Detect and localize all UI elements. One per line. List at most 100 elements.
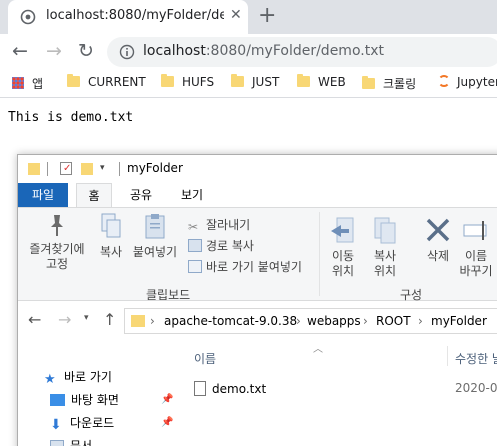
bookmark-current[interactable]: CURRENT [67, 74, 146, 93]
jupyter-icon [438, 75, 450, 87]
ribbon-home: 즐겨찾기에 고정 복사 붙여넣기 ✂ 잘라내기 경로 복사 바로 가기 붙여넣기 … [18, 207, 497, 302]
copy-to-button[interactable]: 복사 위치 [367, 216, 403, 279]
path-icon [188, 239, 202, 252]
bookmarks-bar: 앱 CURRENT HUFS JUST WEB 크롤링 Jupyter [0, 70, 497, 98]
tab-home[interactable]: 홈 [76, 183, 112, 207]
breadcrumb-item[interactable]: myFolder [431, 314, 487, 328]
folder-icon [131, 315, 145, 327]
back-arrow-icon[interactable]: ← [8, 39, 32, 63]
cut-button[interactable]: ✂ 잘라내기 [188, 216, 251, 234]
pin-icon [51, 215, 63, 236]
copy-label: 복사 [99, 245, 123, 259]
new-tab-button[interactable]: + [258, 3, 276, 28]
folder-icon [231, 74, 244, 87]
forward-arrow-icon[interactable]: → [58, 310, 71, 329]
nav-quick-access[interactable]: ★ 바로 가기 [44, 368, 112, 387]
properties-icon[interactable]: ✓ [60, 162, 72, 175]
breadcrumb-separator: › [296, 314, 301, 328]
back-arrow-icon[interactable]: ← [28, 310, 41, 329]
nav-documents[interactable]: 문서 [50, 437, 92, 446]
address-bar[interactable]: localhost:8080/myFolder/demo.txt [107, 37, 497, 67]
paste-shortcut-button[interactable]: 바로 가기 붙여넣기 [188, 258, 302, 275]
browser-tab[interactable]: localhost:8080/myFolder/demo.txt ✕ [8, 0, 248, 34]
bookmark-jupyter[interactable]: Jupyter [438, 75, 497, 93]
nav-label: 바탕 화면 [71, 393, 119, 407]
globe-icon [20, 9, 36, 25]
organize-group-label: 구성 [400, 288, 423, 302]
explorer-address-bar[interactable]: › apache-tomcat-9.0.38 › webapps › ROOT … [124, 308, 497, 334]
breadcrumb-item[interactable]: apache-tomcat-9.0.38 [164, 314, 297, 328]
paste-button[interactable]: 붙여넣기 [130, 212, 180, 260]
apps-grid-icon [12, 77, 24, 89]
breadcrumb-item[interactable]: ROOT [376, 314, 411, 328]
move-to-button[interactable]: 이동 위치 [325, 216, 361, 279]
documents-icon [50, 440, 64, 446]
star-icon: ★ [44, 372, 56, 387]
breadcrumb-separator: › [363, 314, 368, 328]
tab-view[interactable]: 보기 [173, 183, 211, 207]
breadcrumb-item[interactable]: webapps [307, 314, 361, 328]
new-folder-icon[interactable] [81, 163, 93, 175]
nav-downloads[interactable]: ⬇ 다운로드 [50, 414, 115, 433]
folder-icon [67, 74, 80, 87]
tab-file[interactable]: 파일 [18, 183, 68, 207]
folder-icon [161, 74, 174, 87]
folder-icon [28, 163, 40, 175]
copy-button[interactable]: 복사 [94, 212, 128, 260]
nav-label: 문서 [70, 439, 93, 446]
scissors-icon: ✂ [188, 220, 199, 234]
browser-toolbar: ← → ↻ localhost:8080/myFolder/demo.txt [0, 34, 497, 70]
browser-tab-strip: localhost:8080/myFolder/demo.txt ✕ + [0, 0, 497, 34]
column-header-modified[interactable]: 수정한 날짜 [455, 350, 497, 367]
move-to-label: 이동 위치 [331, 249, 355, 278]
bookmark-just[interactable]: JUST [231, 74, 280, 93]
bookmark-label: JUST [252, 75, 280, 89]
ribbon-tabs: 파일 홈 공유 보기 [18, 183, 497, 207]
bookmark-label: HUFS [182, 75, 215, 89]
paste-label: 붙여넣기 [132, 245, 178, 259]
copy-path-button[interactable]: 경로 복사 [188, 237, 254, 254]
breadcrumb-separator: › [150, 314, 155, 328]
clipboard-group-label: 클립보드 [146, 288, 191, 302]
download-arrow-icon: ⬇ [50, 417, 62, 433]
column-header-name[interactable]: 이름 [194, 350, 216, 367]
divider [47, 162, 48, 176]
ribbon-separator [319, 212, 320, 296]
file-row[interactable]: demo.txt 2020-09 [194, 381, 497, 396]
shortcut-icon [188, 260, 202, 273]
page-content: This is demo.txt [8, 110, 134, 125]
close-icon[interactable]: ✕ [230, 7, 242, 23]
divider [119, 162, 120, 176]
tab-share[interactable]: 공유 [122, 183, 160, 207]
text-file-icon [194, 381, 206, 396]
nav-label: 다운로드 [70, 416, 115, 430]
bookmark-hufs[interactable]: HUFS [161, 74, 215, 93]
pin-label: 즐겨찾기에 고정 [29, 242, 85, 271]
forward-arrow-icon[interactable]: → [42, 39, 66, 63]
quick-access-dropdown-icon[interactable]: ▾ [100, 163, 105, 173]
clipboard-icon [145, 214, 165, 239]
rename-button[interactable]: 이름 바꾸기 [458, 216, 494, 279]
bookmark-crawling[interactable]: 크롤링 [362, 75, 416, 93]
bookmark-apps[interactable]: 앱 [12, 75, 43, 93]
explorer-title-bar: ✓ ▾ myFolder [18, 155, 497, 183]
recent-dropdown-icon[interactable]: ▾ [84, 313, 89, 323]
nav-desktop[interactable]: 바탕 화면 [50, 391, 119, 408]
rename-label: 이름 바꾸기 [459, 249, 493, 278]
reload-icon[interactable]: ↻ [74, 39, 98, 63]
cut-label: 잘라내기 [206, 218, 251, 232]
up-arrow-icon[interactable]: ↑ [103, 310, 116, 329]
delete-button[interactable]: 삭제 [418, 216, 458, 264]
bookmark-web[interactable]: WEB [297, 74, 346, 93]
pin-icon: 📌 [161, 394, 174, 405]
delete-label: 삭제 [426, 249, 450, 263]
bookmark-label: 앱 [32, 77, 44, 91]
breadcrumb-separator: › [418, 314, 423, 328]
move-to-icon [331, 217, 354, 243]
desktop-icon [50, 394, 65, 406]
sort-chevron-icon: ︿ [313, 344, 323, 355]
pin-to-quick-access-button[interactable]: 즐겨찾기에 고정 [22, 212, 92, 272]
window-title: myFolder [127, 161, 183, 175]
explorer-address-row: ← → ▾ ↑ › apache-tomcat-9.0.38 › webapps… [18, 302, 497, 338]
folder-icon [362, 76, 375, 89]
